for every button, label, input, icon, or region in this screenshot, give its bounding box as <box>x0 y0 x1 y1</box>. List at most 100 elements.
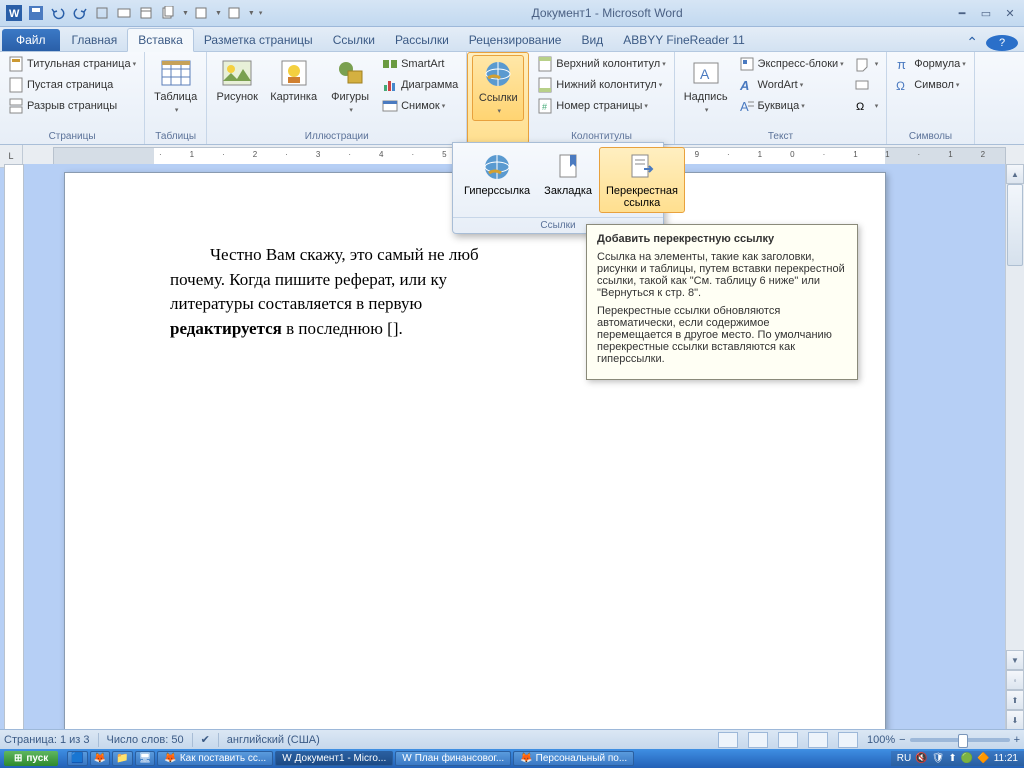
screenshot-button[interactable]: Снимок▾ <box>378 96 462 116</box>
tab-layout[interactable]: Разметка страницы <box>194 29 323 51</box>
zoom-level[interactable]: 100% <box>867 734 895 746</box>
minimize-button[interactable]: ━ <box>952 5 972 21</box>
hyperlink-button[interactable]: Гиперссылка <box>457 147 537 213</box>
scroll-thumb[interactable] <box>1007 184 1023 266</box>
text-extra-button[interactable]: Ω▾ <box>850 96 883 116</box>
status-words[interactable]: Число слов: 50 <box>107 734 184 746</box>
dropcap-button[interactable]: AБуквица▾ <box>735 96 848 116</box>
clipart-button[interactable]: Картинка <box>265 54 322 106</box>
tooltip: Добавить перекрестную ссылку Ссылка на э… <box>586 224 858 380</box>
redo-icon[interactable] <box>70 3 90 23</box>
textbox-button[interactable]: AНадпись▾ <box>679 54 733 120</box>
zoom-slider[interactable] <box>910 738 1010 742</box>
tab-insert[interactable]: Вставка <box>127 28 194 52</box>
prev-page-button[interactable]: ⬆ <box>1006 690 1024 710</box>
fullscreen-view[interactable] <box>748 732 768 748</box>
crossref-button[interactable]: Перекрестная ссылка <box>599 147 685 213</box>
zoom-out-button[interactable]: − <box>899 734 905 746</box>
tab-home[interactable]: Главная <box>62 29 128 51</box>
tab-review[interactable]: Рецензирование <box>459 29 572 51</box>
vertical-ruler[interactable] <box>4 164 24 730</box>
browse-object-button[interactable]: ◦ <box>1006 670 1024 690</box>
tab-abbyy[interactable]: ABBYY FineReader 11 <box>613 29 755 51</box>
quickparts-button[interactable]: Экспресс-блоки▾ <box>735 54 848 74</box>
bookmark-button[interactable]: Закладка <box>537 147 599 213</box>
task-button[interactable]: 🦊 Персональный по... <box>513 751 634 766</box>
tab-references[interactable]: Ссылки <box>323 29 385 51</box>
text-extra-button[interactable] <box>850 75 883 95</box>
tray-icon[interactable]: ⬆ <box>948 753 956 764</box>
label: Экспресс-блоки <box>758 58 839 70</box>
page-number-button[interactable]: #Номер страницы▾ <box>533 96 669 116</box>
tray-icon[interactable]: 🛡 <box>932 753 945 764</box>
web-view[interactable] <box>778 732 798 748</box>
next-page-button[interactable]: ⬇ <box>1006 710 1024 730</box>
task-button[interactable]: 🦊 Как поставить сс... <box>157 751 273 766</box>
scroll-up-button[interactable]: ▲ <box>1006 164 1024 184</box>
text-extra-button[interactable]: ▾ <box>850 54 883 74</box>
smartart-button[interactable]: SmartArt <box>378 54 462 74</box>
equation-button[interactable]: πФормула▾ <box>891 54 970 74</box>
undo-icon[interactable] <box>48 3 68 23</box>
text: Честно Вам скажу, это самый не люб <box>210 245 479 264</box>
qat-dropdown-icon[interactable]: ▼ <box>248 10 255 17</box>
clock[interactable]: 11:21 <box>994 753 1018 764</box>
shapes-button[interactable]: Фигуры▾ <box>324 54 376 120</box>
draft-view[interactable] <box>838 732 858 748</box>
minimize-ribbon-icon[interactable]: ⌃ <box>958 34 986 51</box>
scroll-down-button[interactable]: ▼ <box>1006 650 1024 670</box>
title-page-button[interactable]: Титульная страница▾ <box>4 54 140 74</box>
quicklaunch-icon[interactable]: 🟦 <box>67 751 87 766</box>
taskbar: ⊞пуск 🟦 🦊 📁 🖥 🦊 Как поставить сс... W До… <box>0 749 1024 768</box>
tray-icon[interactable]: 🟢 <box>961 753 973 764</box>
help-icon[interactable]: ? <box>986 35 1018 51</box>
qat-dropdown-icon[interactable]: ▼ <box>182 10 189 17</box>
blank-page-button[interactable]: Пустая страница <box>4 75 140 95</box>
tray-icon[interactable]: 🔶 <box>977 753 989 764</box>
quicklaunch-icon[interactable]: 🖥 <box>135 751 156 766</box>
qat-icon[interactable] <box>191 3 211 23</box>
zoom-thumb[interactable] <box>958 734 968 748</box>
table-button[interactable]: Таблица▾ <box>149 54 202 120</box>
quicklaunch-icon[interactable]: 📁 <box>112 751 132 766</box>
status-page[interactable]: Страница: 1 из 3 <box>4 734 90 746</box>
wordart-button[interactable]: AWordArt▾ <box>735 75 848 95</box>
proofing-icon[interactable]: ✔ <box>201 733 210 746</box>
tray-icon[interactable]: 🔇 <box>915 753 927 764</box>
qat-dropdown-icon[interactable]: ▼ <box>215 10 222 17</box>
word-icon[interactable]: W <box>4 3 24 23</box>
save-icon[interactable] <box>26 3 46 23</box>
start-button[interactable]: ⊞пуск <box>4 751 58 766</box>
file-tab[interactable]: Файл <box>2 29 60 51</box>
picture-button[interactable]: Рисунок <box>211 54 263 106</box>
zoom-in-button[interactable]: + <box>1014 734 1020 746</box>
vertical-scrollbar[interactable]: ▲ ▼ ◦ ⬆ ⬇ <box>1005 164 1024 730</box>
task-button[interactable]: W План финансовог... <box>395 751 511 766</box>
scroll-track[interactable] <box>1006 184 1024 650</box>
qat-icon[interactable] <box>136 3 156 23</box>
close-button[interactable]: ✕ <box>1000 5 1020 21</box>
maximize-button[interactable]: ▭ <box>976 5 996 21</box>
label: Титульная страница <box>27 58 131 70</box>
label: WordArt <box>758 79 798 91</box>
chart-button[interactable]: Диаграмма <box>378 75 462 95</box>
qat-icon[interactable] <box>224 3 244 23</box>
tab-mailings[interactable]: Рассылки <box>385 29 459 51</box>
language-indicator[interactable]: RU <box>897 753 911 764</box>
label: Верхний колонтитул <box>556 58 660 70</box>
status-language[interactable]: английский (США) <box>227 734 320 746</box>
outline-view[interactable] <box>808 732 828 748</box>
symbol-button[interactable]: ΩСимвол▾ <box>891 75 970 95</box>
tab-view[interactable]: Вид <box>571 29 613 51</box>
qat-icon[interactable] <box>158 3 178 23</box>
quicklaunch-icon[interactable]: 🦊 <box>90 751 110 766</box>
qat-icon[interactable] <box>114 3 134 23</box>
print-layout-view[interactable] <box>718 732 738 748</box>
task-button[interactable]: W Документ1 - Micro... <box>275 751 393 766</box>
page-break-button[interactable]: Разрыв страницы <box>4 96 140 116</box>
footer-button[interactable]: Нижний колонтитул▾ <box>533 75 669 95</box>
links-button[interactable]: Ссылки▾ <box>472 55 524 121</box>
header-button[interactable]: Верхний колонтитул▾ <box>533 54 669 74</box>
ribbon-tabs: Файл Главная Вставка Разметка страницы С… <box>0 27 1024 52</box>
qat-icon[interactable] <box>92 3 112 23</box>
